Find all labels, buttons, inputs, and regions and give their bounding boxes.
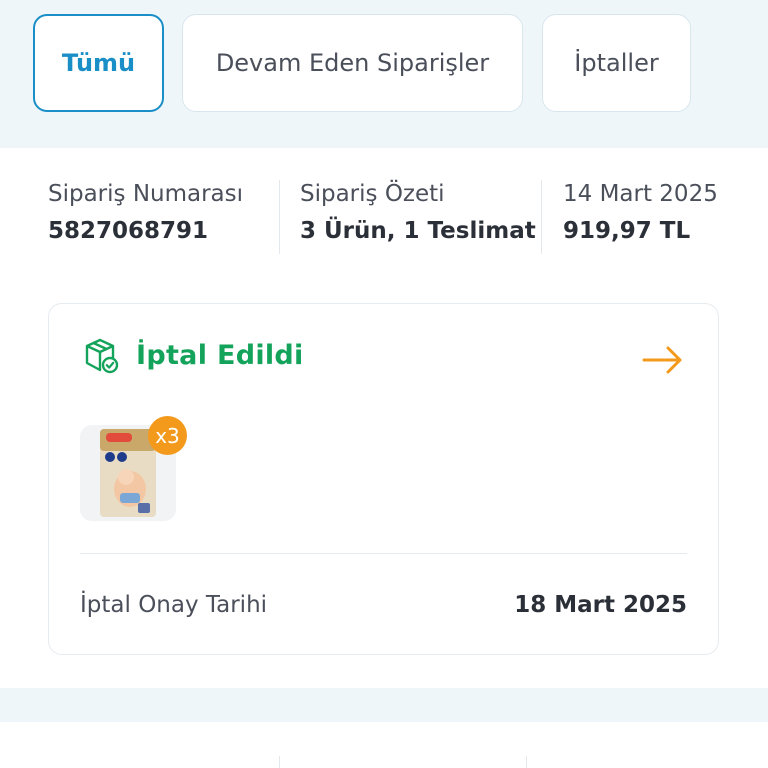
order-number-label: Sipariş Numarası: [48, 181, 244, 207]
order-number-col: Sipariş Numarası 5827068791: [48, 178, 243, 258]
order-total: 919,97 TL: [563, 218, 691, 244]
shipment-status: İptal Edildi: [136, 340, 304, 371]
column-divider: [526, 756, 527, 768]
order-number-value: 5827068791: [48, 218, 209, 244]
box-check-icon: [82, 337, 120, 375]
order-summary-row: Sipariş Numarası 5827068791 Sipariş Özet…: [0, 178, 768, 258]
card-divider: [80, 553, 687, 554]
tab-cancellations[interactable]: İptaller: [542, 14, 691, 112]
order-filter-tabs: Tümü Devam Eden Siparişler İptaller: [0, 0, 768, 148]
order-date: 14 Mart 2025: [563, 181, 718, 207]
column-divider: [279, 180, 280, 254]
arrow-right-icon[interactable]: [641, 340, 685, 380]
tab-ongoing-orders[interactable]: Devam Eden Siparişler: [182, 14, 523, 112]
section-separator: [0, 688, 768, 722]
tab-all[interactable]: Tümü: [33, 14, 164, 112]
cancel-approval-date-label: İptal Onay Tarihi: [80, 592, 268, 618]
cancel-approval-date-value: 18 Mart 2025: [514, 592, 687, 618]
column-divider: [279, 756, 280, 768]
quantity-badge: x3: [148, 416, 187, 455]
order-summary-label: Sipariş Özeti: [300, 181, 445, 207]
order-summary-col: Sipariş Özeti 3 Ürün, 1 Teslimat: [300, 178, 536, 258]
next-order-summary: [0, 722, 768, 768]
order-date-col: 14 Mart 2025 919,97 TL: [563, 178, 718, 258]
order-summary-value: 3 Ürün, 1 Teslimat: [300, 218, 536, 244]
column-divider: [541, 180, 542, 254]
